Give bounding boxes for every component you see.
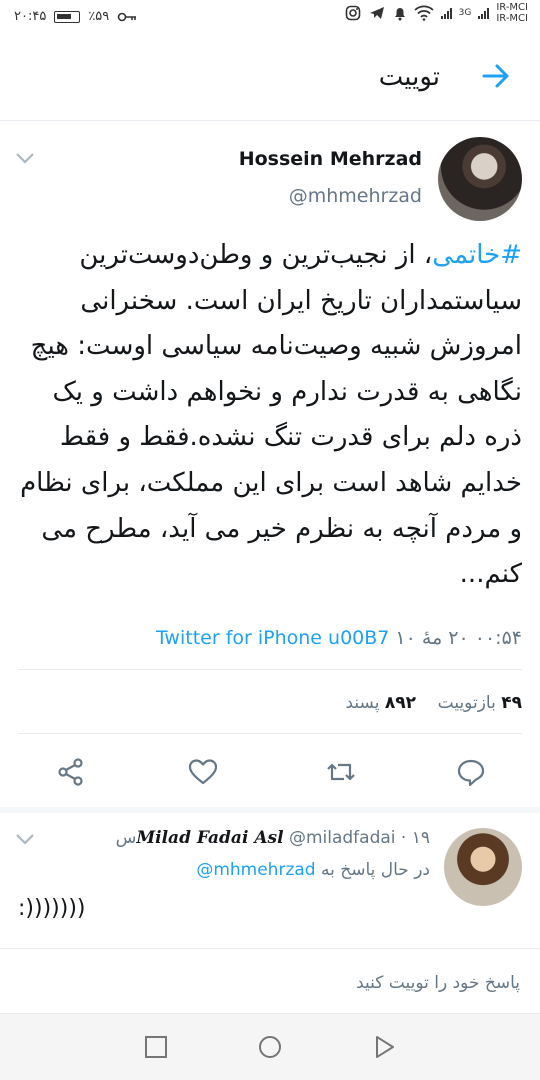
reply-handle[interactable]: @miladfadai	[289, 828, 396, 848]
system-nav-bar	[0, 1013, 540, 1080]
instagram-icon	[345, 5, 360, 21]
tweet-source[interactable]: Twitter for iPhone u00B7	[156, 627, 389, 649]
battery-percent: ٪۵۹	[88, 9, 110, 24]
tweet-actions	[0, 747, 540, 801]
divider	[18, 669, 522, 670]
reply-input[interactable]	[18, 963, 522, 1003]
recents-icon[interactable]	[141, 1032, 171, 1062]
reply-composer	[0, 948, 540, 1015]
replying-label: در حال پاسخ به	[320, 860, 430, 880]
section-separator	[0, 807, 540, 813]
page-title: توییت	[378, 62, 440, 92]
tweet-date: ۲۰ مهٔ ۱۰	[395, 627, 469, 649]
retweet-label[interactable]: بازتوییت	[438, 693, 496, 713]
network-type: 3G	[458, 8, 472, 18]
back-icon[interactable]	[369, 1032, 399, 1062]
replying-handle[interactable]: @mhmehrzad	[196, 860, 315, 880]
wifi-icon	[414, 5, 434, 21]
battery-icon	[54, 10, 81, 23]
speech-bubble-icon[interactable]	[454, 755, 488, 789]
retweet-icon[interactable]	[324, 755, 358, 789]
signal-1-icon	[440, 7, 452, 19]
key-icon	[117, 12, 137, 21]
divider	[18, 733, 522, 734]
hashtag-link[interactable]: #خاتمی	[432, 240, 522, 270]
tweet-meta: ۰۰:۵۴ ۲۰ مهٔ ۱۰ Twitter for iPhone u00B7	[156, 627, 522, 649]
notification-icon	[394, 8, 405, 21]
status-left: ۲۰:۴۵ ٪۵۹	[14, 9, 137, 24]
signal-2-icon	[478, 7, 490, 19]
reply-display-name[interactable]: Milad Fadai Asl	[136, 828, 283, 848]
tweet-text: #خاتمی، از نجیب‌ترین و وطن‌دوست‌ترین سیا…	[14, 233, 522, 598]
like-count[interactable]: ۸۹۲	[385, 693, 416, 713]
reply-text: :)))))))	[18, 896, 86, 921]
arrow-right-icon[interactable]	[478, 58, 514, 94]
status-bar: ۲۰:۴۵ ٪۵۹ 3G IR-MCI IR-MCI	[0, 0, 540, 36]
user-handle[interactable]: @mhmehrzad	[289, 185, 422, 207]
status-right: 3G IR-MCI IR-MCI	[345, 2, 528, 24]
chevron-down-icon[interactable]	[14, 832, 36, 846]
tweet-body: ، از نجیب‌ترین و وطن‌دوست‌ترین سیاستمدار…	[20, 240, 522, 590]
carrier-1: IR-MCI	[496, 2, 528, 13]
chevron-down-icon[interactable]	[14, 151, 36, 165]
tweet-time: ۰۰:۵۴	[474, 627, 522, 649]
retweet-count[interactable]: ۴۹	[501, 693, 522, 713]
share-icon[interactable]	[54, 755, 88, 789]
avatar[interactable]	[438, 137, 522, 221]
tweet-stats: ۴۹ بازتوییت ۸۹۲ پسند	[346, 693, 523, 713]
display-name[interactable]: Hossein Mehrzad	[239, 148, 422, 170]
carrier-labels: IR-MCI IR-MCI	[496, 2, 528, 24]
replying-to: در حال پاسخ به @mhmehrzad	[196, 860, 430, 880]
telegram-icon	[369, 7, 384, 19]
home-icon[interactable]	[255, 1032, 285, 1062]
carrier-2: IR-MCI	[496, 13, 528, 24]
reply-header: Milad Fadai Asl @miladfadai · ۱۹س	[116, 828, 430, 848]
top-app-bar: توییت	[0, 36, 540, 121]
heart-icon[interactable]	[186, 755, 220, 789]
reply-avatar[interactable]	[444, 828, 522, 906]
clock: ۲۰:۴۵	[14, 9, 47, 24]
like-label[interactable]: پسند	[346, 693, 380, 713]
